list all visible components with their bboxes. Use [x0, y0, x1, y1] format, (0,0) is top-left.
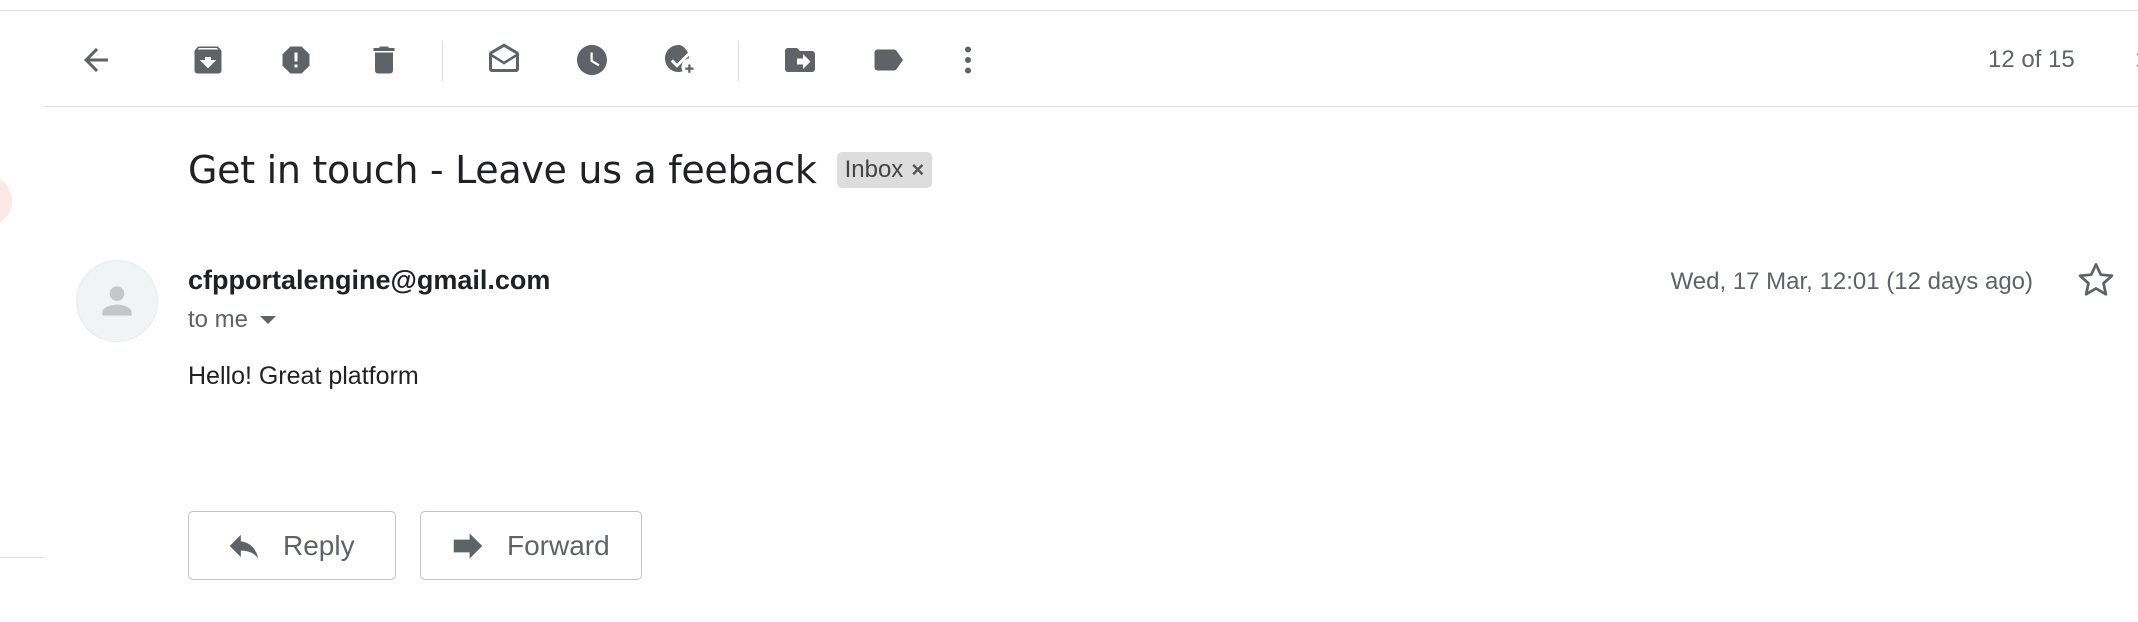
reply-button[interactable]: Reply [188, 511, 396, 580]
more-icon [965, 46, 971, 74]
labels-icon [874, 49, 903, 71]
top-divider [0, 10, 2138, 11]
label-text: Inbox [844, 156, 904, 183]
recipient-details-toggle[interactable]: to me [188, 306, 277, 334]
forward-icon [453, 532, 483, 559]
report-spam-icon [282, 46, 310, 74]
subject-row: Get in touch - Leave us a feeback Inbox … [188, 148, 933, 192]
email-body: Hello! Great platform [188, 362, 419, 390]
email-date: Wed, 17 Mar, 12:01 (12 days ago) [1670, 268, 2033, 295]
toolbar-separator [738, 41, 739, 81]
snooze-icon [577, 45, 607, 75]
add-to-tasks-button[interactable] [650, 30, 710, 90]
archive-icon [194, 46, 222, 74]
remove-label-icon[interactable]: × [911, 157, 924, 183]
star-icon[interactable] [2074, 258, 2118, 302]
snooze-button[interactable] [562, 30, 622, 90]
labels-button[interactable] [858, 30, 918, 90]
back-button[interactable] [66, 30, 126, 90]
archive-button[interactable] [178, 30, 238, 90]
delete-button[interactable] [354, 30, 414, 90]
reply-icon [229, 534, 259, 559]
more-button[interactable] [938, 30, 998, 90]
person-icon [102, 286, 132, 316]
pager-text: 12 of 15 [1988, 46, 2075, 73]
forward-button[interactable]: Forward [420, 511, 642, 580]
email-view: 12 of 15 Get in touch - Leave us a feeba… [0, 0, 2138, 622]
add-to-tasks-icon [665, 45, 694, 73]
report-spam-button[interactable] [266, 30, 326, 90]
back-arrow-icon [84, 48, 108, 72]
delete-icon [373, 46, 395, 74]
sender-email[interactable]: cfpportalengine@gmail.com [188, 265, 550, 296]
mark-unread-button[interactable] [474, 30, 534, 90]
reply-label: Reply [283, 529, 355, 561]
recipient-text: to me [188, 306, 249, 333]
compose-bubble-edge[interactable] [0, 175, 12, 227]
left-divider [0, 557, 44, 558]
toolbar-separator [442, 41, 443, 81]
forward-label: Forward [507, 529, 610, 561]
inbox-label-chip[interactable]: Inbox × [836, 152, 933, 188]
avatar [76, 260, 158, 342]
next-icon[interactable] [2126, 42, 2138, 78]
mark-unread-icon [489, 43, 519, 72]
move-to-button[interactable] [770, 30, 830, 90]
move-to-icon [785, 48, 815, 72]
caret-down-icon [260, 316, 277, 324]
email-subject: Get in touch - Leave us a feeback [188, 148, 817, 192]
toolbar-divider [44, 106, 2138, 107]
